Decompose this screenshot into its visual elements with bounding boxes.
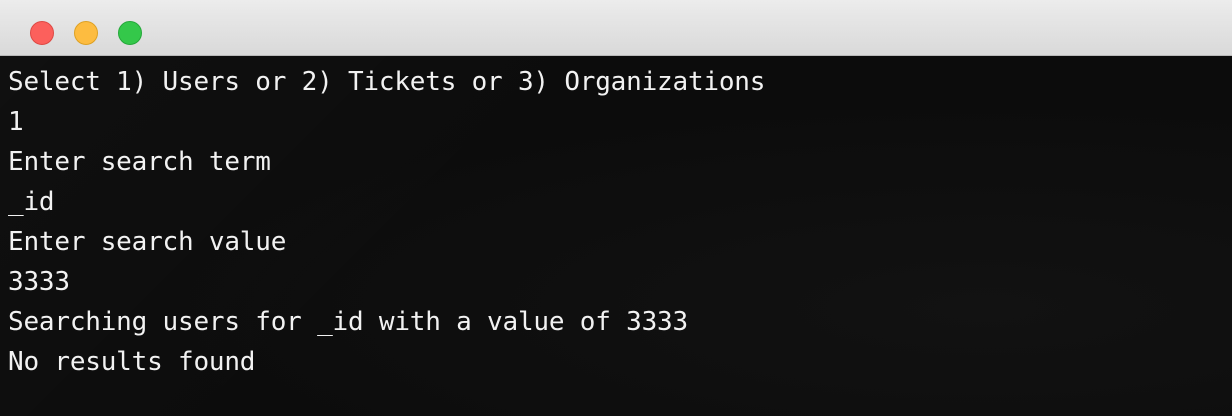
zoom-window-button[interactable] bbox=[118, 21, 142, 45]
terminal-line-result-message: No results found bbox=[8, 347, 256, 377]
terminal-line-searching-status: Searching users for _id with a value of … bbox=[8, 307, 688, 337]
terminal-line-user-input-type: 1 bbox=[8, 107, 24, 137]
minimize-window-button[interactable] bbox=[74, 21, 98, 45]
terminal-line-prompt-search-value: Enter search value bbox=[8, 227, 287, 257]
window-titlebar[interactable] bbox=[0, 0, 1232, 56]
terminal-lines: Select 1) Users or 2) Tickets or 3) Orga… bbox=[8, 62, 765, 382]
terminal-line-user-input-value: 3333 bbox=[8, 267, 70, 297]
terminal-window: Select 1) Users or 2) Tickets or 3) Orga… bbox=[0, 0, 1232, 416]
close-window-button[interactable] bbox=[30, 21, 54, 45]
terminal-line-user-input-term: _id bbox=[8, 187, 55, 217]
terminal-line-prompt-search-term: Enter search term bbox=[8, 147, 271, 177]
terminal-output-area[interactable]: Select 1) Users or 2) Tickets or 3) Orga… bbox=[0, 56, 1232, 416]
terminal-line-prompt-select-type: Select 1) Users or 2) Tickets or 3) Orga… bbox=[8, 67, 766, 97]
